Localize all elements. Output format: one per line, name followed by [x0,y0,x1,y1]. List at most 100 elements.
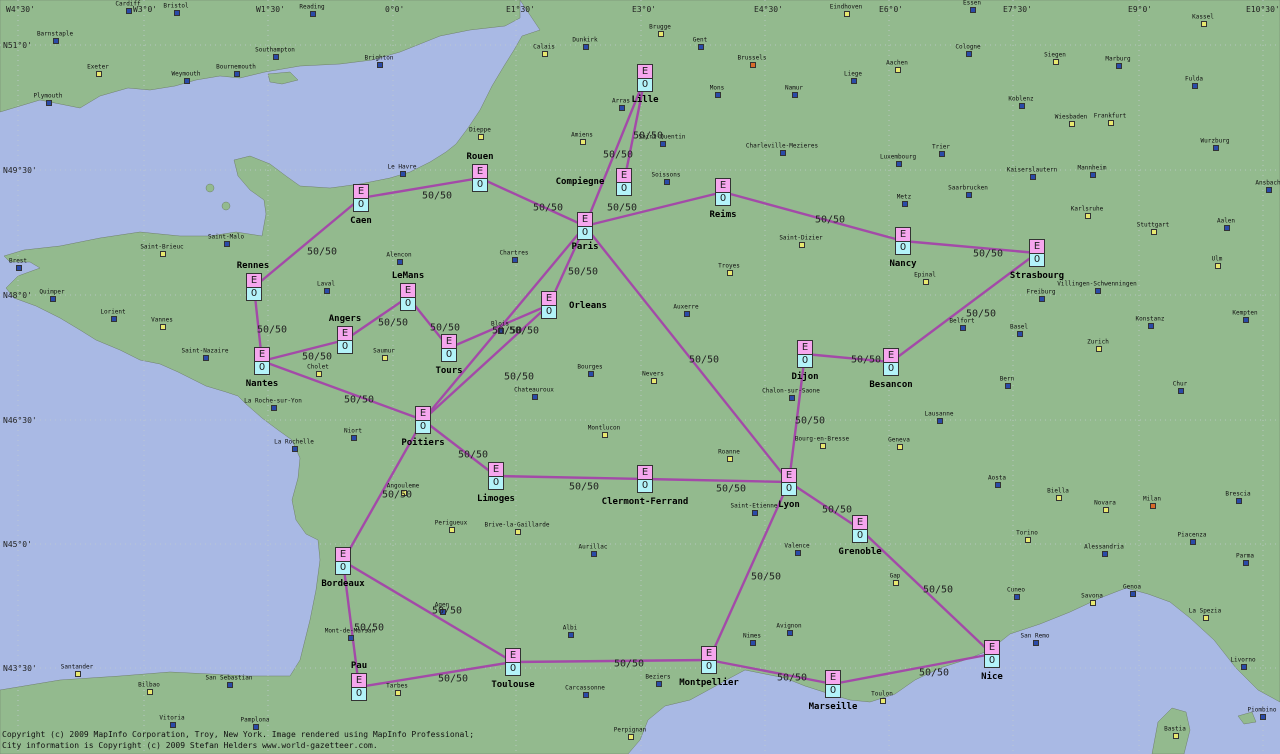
town-marker-villingen-schwenningen [1095,288,1101,294]
city-label-rouen: Rouen [466,152,494,162]
city-node-lyon[interactable]: E0 [781,468,797,496]
town-marker-kaiserslautern [1030,174,1036,180]
city-label-pau: Pau [350,661,368,671]
city-label-angers: Angers [328,314,362,324]
city-node-nice[interactable]: E0 [984,640,1000,668]
city-node-nantes[interactable]: E0 [254,347,270,375]
city-node-strasbourg[interactable]: E0 [1029,239,1045,267]
city-node-dijon[interactable]: E0 [797,340,813,368]
town-marker-cologne [966,51,972,57]
copyright-line: City information is Copyright (c) 2009 S… [2,741,378,750]
town-label: Perpignan [613,726,647,734]
town-marker-montlucon [602,432,608,438]
town-label: Lausanne [924,410,954,418]
route-ratio-label: 50/50 [256,324,288,336]
city-label-marseille: Marseille [808,702,858,712]
city-label-tours: Tours [435,366,463,376]
city-node-nancy[interactable]: E0 [895,227,911,255]
town-label: Saint-Dizier [779,234,823,242]
city-node-clermont-ferrand[interactable]: E0 [637,465,653,493]
town-label: Valence [784,542,810,550]
node-energy-cell: E [415,406,431,421]
town-label: Chartres [499,249,529,257]
map-canvas[interactable]: Barnstaple Exeter Plymouth Weymouth Bournemo… [0,0,1280,754]
town-marker-namur [792,92,798,98]
city-node-caen[interactable]: E0 [353,184,369,212]
city-label-paris: Paris [571,242,599,252]
city-node-poitiers[interactable]: E0 [415,406,431,434]
city-node-rouen[interactable]: E0 [472,164,488,192]
city-node-lille[interactable]: E0 [637,64,653,92]
town-marker-saarbrucken [966,192,972,198]
node-energy-cell: E [351,673,367,688]
town-label: Cholet [307,363,329,371]
town-marker-torino [1025,537,1031,543]
node-count-cell: 0 [441,349,457,362]
town-marker-la-spezia [1203,615,1209,621]
city-node-reims[interactable]: E0 [715,178,731,206]
town-label: Frankfurt [1093,112,1127,120]
town-marker-brussels [750,62,756,68]
town-label: Dieppe [469,126,491,134]
city-node-tours[interactable]: E0 [441,334,457,362]
route-ratio-label: 50/50 [381,489,413,501]
city-node-limoges[interactable]: E0 [488,462,504,490]
town-label: Cologne [955,43,981,51]
city-node-rennes[interactable]: E0 [246,273,262,301]
city-node-paris[interactable]: E0 [577,212,593,240]
town-marker-beziers [656,681,662,687]
node-energy-cell: E [781,468,797,483]
node-count-cell: 0 [781,483,797,496]
town-label: Fulda [1184,75,1204,83]
city-node-compiegne[interactable]: E0 [616,168,632,196]
route-ratio-label: 50/50 [429,322,461,334]
graticule-label: E6°0' [879,5,904,14]
route-ratio-label: 50/50 [965,308,997,320]
node-energy-cell: E [883,348,899,363]
town-marker-karlsruhe [1085,213,1091,219]
town-label: La Spezia [1188,607,1222,615]
node-count-cell: 0 [335,562,351,575]
town-label: Toulon [871,690,893,698]
city-label-besancon: Besancon [869,380,913,390]
town-label: Cuneo [1006,586,1026,594]
city-node-marseille[interactable]: E0 [825,670,841,698]
town-label: Beziers [645,673,671,681]
city-node-orleans[interactable]: E0 [541,291,557,319]
town-marker-avignon [787,630,793,636]
city-node-pau[interactable]: E0 [351,673,367,701]
town-label: Mannheim [1077,164,1107,172]
town-marker-aalen [1224,225,1230,231]
town-marker-wurzburg [1213,145,1219,151]
city-node-grenoble[interactable]: E0 [852,515,868,543]
node-count-cell: 0 [246,288,262,301]
town-marker-san-sebastian [227,682,233,688]
city-node-besancon[interactable]: E0 [883,348,899,376]
town-marker-santander [75,671,81,677]
city-node-lemans[interactable]: E0 [400,283,416,311]
route-ratio-label: 50/50 [421,190,453,202]
town-marker-gap [893,580,899,586]
route-ratio-label: 50/50 [532,202,564,214]
town-marker-tarbes [395,690,401,696]
town-label: Saint-Etienne [730,502,778,510]
town-marker-aurillac [591,551,597,557]
city-node-bordeaux[interactable]: E0 [335,547,351,575]
node-count-cell: 0 [1029,254,1045,267]
city-node-toulouse[interactable]: E0 [505,648,521,676]
town-marker-soissons [664,179,670,185]
town-label: Kempten [1232,309,1258,317]
town-marker-bristol [174,10,180,16]
town-label: Konstanz [1135,315,1165,323]
town-label: Reading [299,3,325,11]
city-node-montpellier[interactable]: E0 [701,646,717,674]
city-label-reims: Reims [709,210,737,220]
city-node-angers[interactable]: E0 [337,326,353,354]
route-ratio-label: 50/50 [972,248,1004,260]
town-label: Karlsruhe [1070,205,1104,213]
town-marker-nimes [750,640,756,646]
town-label: Wurzburg [1200,137,1230,145]
node-count-cell: 0 [488,477,504,490]
town-label: Niort [343,427,363,435]
town-label: Stuttgart [1136,221,1170,229]
